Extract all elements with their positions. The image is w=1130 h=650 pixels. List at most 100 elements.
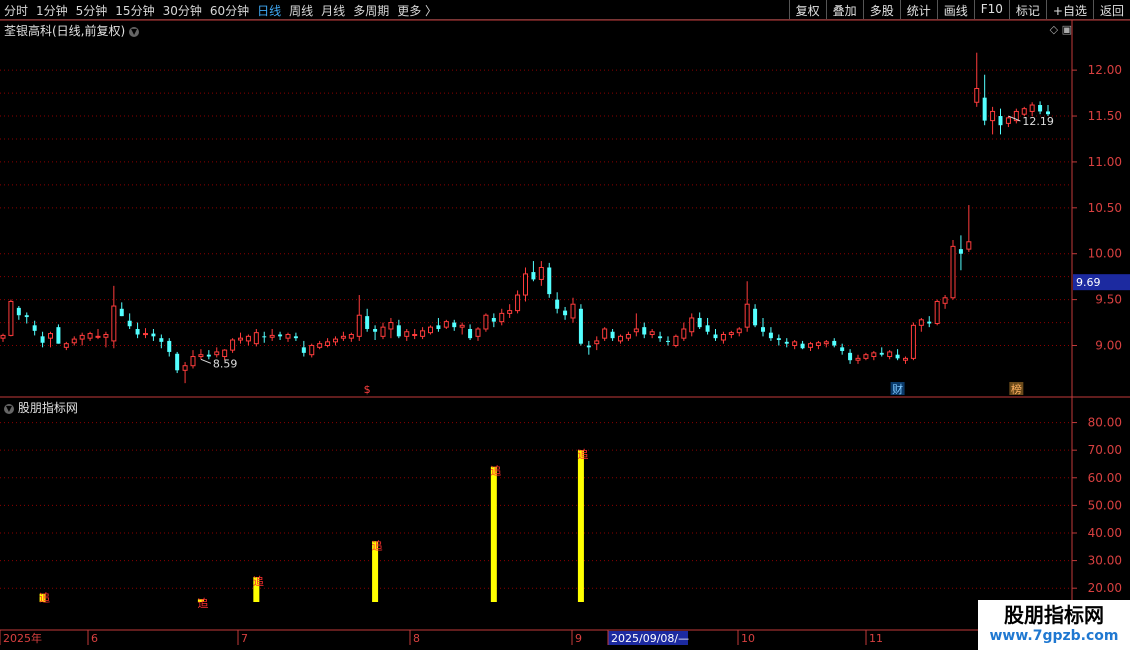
candle-body (761, 327, 765, 332)
candle-body (71, 338, 77, 344)
candle-body (56, 327, 61, 344)
candle-body (151, 333, 156, 337)
candle-body (768, 332, 773, 339)
candle-body (396, 325, 401, 337)
candle-body (784, 341, 789, 344)
y-tick-label: 11.50 (1088, 109, 1122, 123)
candle-body (79, 334, 85, 340)
candle-body (40, 336, 45, 343)
candle-body (618, 335, 623, 342)
candle-body (689, 317, 695, 333)
candle-body (103, 333, 109, 338)
candle-body (87, 333, 93, 339)
candle-body (32, 325, 37, 331)
candle-body (404, 331, 410, 337)
candle-body (135, 328, 140, 335)
y-tick-label: 50.00 (1088, 498, 1122, 512)
candle-body (24, 315, 29, 318)
candle-body (245, 335, 251, 342)
candle-body (230, 339, 236, 351)
candle-body (48, 333, 53, 339)
candle-body (673, 335, 679, 347)
candle-body (982, 97, 987, 121)
candle-body (895, 354, 900, 359)
x-tick-label: 2025/09/08/— (611, 632, 689, 645)
candle-body (293, 336, 298, 339)
candle-body (649, 331, 655, 335)
x-tick-label: 10 (741, 632, 755, 645)
candle-body (555, 299, 560, 309)
candle-body (879, 352, 884, 355)
candle-body (848, 352, 853, 361)
candle-body (16, 307, 21, 316)
x-tick-label: 11 (869, 632, 883, 645)
low-price-label: 8.59 (213, 357, 238, 370)
candle-body (658, 336, 663, 339)
candle-body (262, 336, 267, 338)
candle-body (8, 300, 14, 336)
indicator-bar-label: 追 (490, 464, 501, 478)
candle-body (918, 319, 924, 326)
candle-body (531, 272, 536, 280)
indicator-bar-label: 追 (372, 538, 383, 552)
candle-body (1005, 117, 1011, 124)
candle-body (815, 342, 821, 347)
candle-body (523, 273, 528, 296)
candle-body (666, 340, 670, 342)
candle-body (823, 341, 829, 345)
x-tick-label: 2025年 (3, 631, 42, 645)
candle-body (578, 308, 583, 344)
candle-body (990, 110, 996, 122)
candle-body (111, 305, 117, 342)
y-tick-label: 80.00 (1088, 416, 1122, 430)
y-tick-label: 70.00 (1088, 443, 1122, 457)
watermark-line2: www.7gpzb.com (989, 628, 1119, 644)
candle-body (340, 335, 346, 339)
candle-body (373, 328, 378, 332)
candle-body (1029, 104, 1035, 112)
candle-body (950, 245, 956, 299)
candle-body (713, 334, 718, 339)
candle-body (998, 116, 1003, 126)
candle-body (507, 310, 513, 314)
candle-body (468, 328, 473, 339)
x-tick-label: 9 (575, 632, 582, 645)
candle-body (309, 345, 315, 356)
x-tick-label: 6 (91, 632, 98, 645)
candle-body (602, 328, 608, 339)
chart-canvas[interactable]: 12.00 11.50 11.00 10.50 10.00 9.50 9.00 80.00 70… (0, 0, 1130, 650)
candle-body (720, 333, 726, 341)
candle-body (475, 328, 481, 337)
current-price-label: 9.69 (1076, 276, 1101, 289)
low-marker-line (200, 358, 212, 364)
candle-body (871, 352, 877, 358)
y-tick-label: 60.00 (1088, 471, 1122, 485)
candle-body (317, 343, 323, 348)
candle-body (459, 324, 465, 328)
candle-body (840, 347, 845, 352)
watermark: 股朋指标网 www.7gpzb.com (978, 600, 1130, 650)
candle-body (887, 351, 893, 358)
candle-body (143, 333, 148, 336)
y-tick-label: 12.00 (1088, 63, 1122, 77)
candle-body (119, 308, 124, 317)
candle-body (934, 300, 940, 324)
candle-body (380, 326, 386, 337)
y-tick-label: 10.00 (1088, 247, 1122, 261)
candle-body (325, 341, 331, 347)
candle-body (744, 303, 750, 328)
candle-body (483, 314, 489, 330)
candle-body (633, 328, 639, 333)
candle-body (198, 354, 204, 358)
candle-body (95, 335, 101, 338)
candle-body (238, 337, 243, 341)
candle-body (832, 340, 837, 346)
candle-body (301, 347, 306, 353)
candle-body (570, 303, 576, 319)
x-tick-label: 7 (241, 632, 248, 645)
candle-body (253, 332, 259, 345)
candle-body (206, 354, 211, 357)
candle-body (1046, 111, 1050, 115)
candle-body (167, 340, 172, 352)
candle-body (356, 314, 362, 337)
